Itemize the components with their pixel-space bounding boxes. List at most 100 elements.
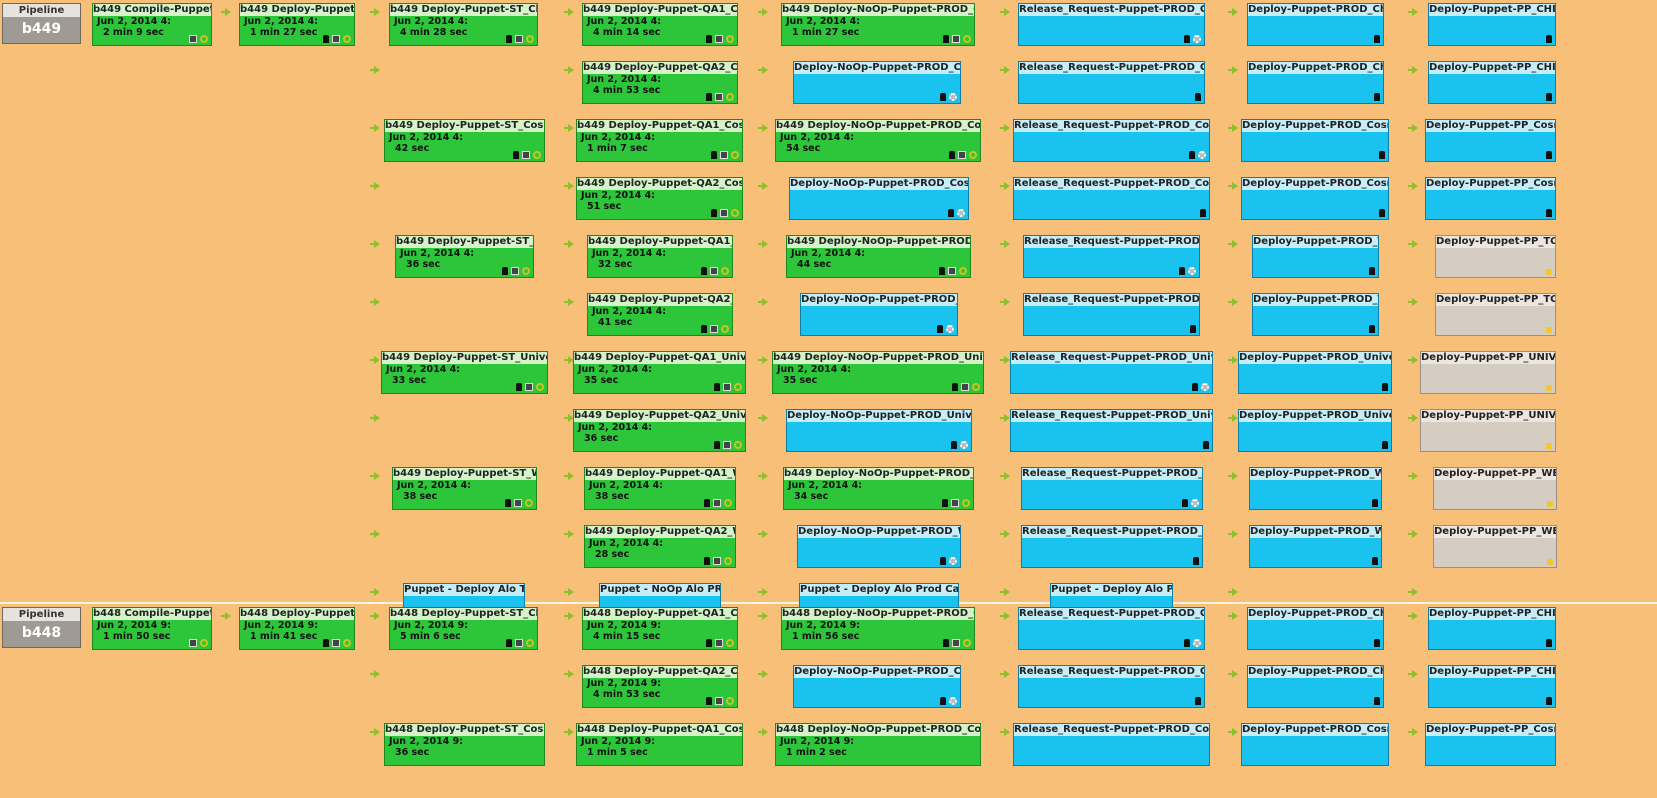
- job-box[interactable]: b448 Compile-Puppet-CIJun 2, 2014 9:1 mi…: [92, 607, 212, 650]
- job-box[interactable]: b449 Deploy-Puppet-QA1_WebJun 2, 2014 4:…: [584, 467, 736, 510]
- gear-icon[interactable]: [1198, 151, 1206, 159]
- job-title[interactable]: Deploy-Puppet-PROD_Chips: [1248, 62, 1383, 74]
- console-icon[interactable]: [713, 557, 721, 565]
- job-title[interactable]: Release_Request-Puppet-PROD_Chips: [1019, 608, 1204, 620]
- build-icon[interactable]: [1195, 697, 1201, 705]
- build-icon[interactable]: [1203, 441, 1209, 449]
- job-title[interactable]: Release_Request-Puppet-PROD_Tcs: [1024, 294, 1199, 306]
- warning-icon[interactable]: [1546, 385, 1552, 391]
- job-title[interactable]: b449 Deploy-Puppet-QA1_Chips: [583, 4, 737, 16]
- build-icon[interactable]: [704, 557, 710, 565]
- job-box[interactable]: Deploy-Puppet-PP_CHIPS: [1428, 607, 1556, 650]
- build-icon[interactable]: [1382, 383, 1388, 391]
- job-box[interactable]: b448 Deploy-Puppet-QA2_ChipsJun 2, 2014 …: [582, 665, 738, 708]
- job-box[interactable]: Release_Request-Puppet-PROD_Chips: [1018, 607, 1205, 650]
- job-title[interactable]: b449 Deploy-NoOp-Puppet-PROD_Cosmos: [776, 120, 980, 132]
- build-icon[interactable]: [701, 325, 707, 333]
- job-box[interactable]: b449 Deploy-Puppet-QA2_WebJun 2, 2014 4:…: [584, 525, 736, 568]
- job-box[interactable]: Release_Request-Puppet-PROD_Cosmos: [1013, 119, 1210, 162]
- job-title[interactable]: b448 Deploy-Puppet-QA1_Chips: [583, 608, 737, 620]
- search-icon[interactable]: [731, 209, 739, 217]
- build-icon[interactable]: [1546, 93, 1552, 101]
- job-box[interactable]: Deploy-Puppet-PROD_Chips: [1247, 61, 1384, 104]
- build-icon[interactable]: [1374, 697, 1380, 705]
- job-box[interactable]: b449 Deploy-NoOp-Puppet-PROD_CosmosJun 2…: [775, 119, 981, 162]
- build-icon[interactable]: [1546, 35, 1552, 43]
- job-title[interactable]: Deploy-Puppet-PP_CHIPS: [1429, 62, 1555, 74]
- console-icon[interactable]: [332, 35, 340, 43]
- pipeline-build-number[interactable]: b449: [3, 17, 80, 41]
- build-icon[interactable]: [506, 639, 512, 647]
- search-icon[interactable]: [536, 383, 544, 391]
- build-icon[interactable]: [939, 267, 945, 275]
- build-icon[interactable]: [1189, 151, 1195, 159]
- search-icon[interactable]: [963, 35, 971, 43]
- job-box[interactable]: b448 Deploy-Puppet-QA1_ChipsJun 2, 2014 …: [582, 607, 738, 650]
- job-title[interactable]: Puppet - Deploy Alo Prod Canary: [800, 584, 958, 596]
- job-box[interactable]: Release_Request-Puppet-PROD_Chips: [1018, 665, 1205, 708]
- build-icon[interactable]: [1379, 209, 1385, 217]
- search-icon[interactable]: [343, 35, 351, 43]
- job-box[interactable]: Deploy-NoOp-Puppet-PROD_Tcs: [800, 293, 958, 336]
- build-icon[interactable]: [516, 383, 522, 391]
- job-box[interactable]: Deploy-Puppet-PP_CHIPS: [1428, 3, 1556, 46]
- job-title[interactable]: b449 Deploy-NoOp-Puppet-PROD_Tcs: [787, 236, 970, 248]
- build-icon[interactable]: [949, 151, 955, 159]
- search-icon[interactable]: [533, 151, 541, 159]
- job-box[interactable]: Deploy-NoOp-Puppet-PROD_Chips: [793, 61, 961, 104]
- job-title[interactable]: b449 Deploy-Puppet-QA2_Universe: [574, 410, 745, 422]
- console-icon[interactable]: [713, 499, 721, 507]
- job-box[interactable]: Deploy-NoOp-Puppet-PROD_Universe: [786, 409, 972, 452]
- pipeline-label[interactable]: Pipeline b448: [2, 607, 81, 648]
- console-icon[interactable]: [961, 383, 969, 391]
- search-icon[interactable]: [734, 383, 742, 391]
- gear-icon[interactable]: [946, 325, 954, 333]
- build-icon[interactable]: [513, 151, 519, 159]
- gear-icon[interactable]: [949, 557, 957, 565]
- job-title[interactable]: Release_Request-Puppet-PROD_Universe: [1011, 410, 1212, 422]
- job-title[interactable]: b448 Compile-Puppet-CI: [93, 608, 211, 620]
- job-title[interactable]: Release_Request-Puppet-PROD_Chips: [1019, 666, 1204, 678]
- console-icon[interactable]: [958, 151, 966, 159]
- job-title[interactable]: b449 Deploy-Puppet-ST_Cosmos: [385, 120, 544, 132]
- job-title[interactable]: b449 Deploy-Puppet-QA1_Web: [585, 468, 735, 480]
- job-title[interactable]: b449 Deploy-Puppet-CI: [240, 4, 354, 16]
- build-icon[interactable]: [937, 325, 943, 333]
- console-icon[interactable]: [710, 267, 718, 275]
- search-icon[interactable]: [963, 639, 971, 647]
- job-box[interactable]: Release_Request-Puppet-PROD_Chips: [1018, 61, 1205, 104]
- job-box[interactable]: b449 Deploy-Puppet-ST_TcsJun 2, 2014 4:3…: [395, 235, 534, 278]
- job-box[interactable]: Deploy-Puppet-PP_UNIVERSE: [1420, 351, 1556, 394]
- build-icon[interactable]: [940, 697, 946, 705]
- job-title[interactable]: Puppet - NoOp Alo PROD: [600, 584, 720, 596]
- job-box[interactable]: Deploy-Puppet-PROD_Cosmos: [1241, 723, 1389, 766]
- job-title[interactable]: Deploy-Puppet-PP_WEB: [1434, 468, 1556, 480]
- job-box[interactable]: b449 Deploy-Puppet-QA1_UniverseJun 2, 20…: [573, 351, 746, 394]
- job-box[interactable]: Deploy-Puppet-PP_Cosmos: [1425, 177, 1556, 220]
- job-box[interactable]: b449 Deploy-Puppet-ST_WebJun 2, 2014 4:3…: [392, 467, 537, 510]
- job-title[interactable]: b448 Deploy-Puppet-QA2_Chips: [583, 666, 737, 678]
- build-icon[interactable]: [943, 35, 949, 43]
- job-box[interactable]: Deploy-Puppet-PROD_Chips: [1247, 665, 1384, 708]
- build-icon[interactable]: [1546, 639, 1552, 647]
- search-icon[interactable]: [731, 151, 739, 159]
- search-icon[interactable]: [962, 499, 970, 507]
- job-box[interactable]: Release_Request-Puppet-PROD_Cosmos: [1013, 177, 1210, 220]
- job-title[interactable]: Deploy-Puppet-PP_Cosmos: [1426, 724, 1555, 736]
- console-icon[interactable]: [715, 93, 723, 101]
- job-title[interactable]: Deploy-Puppet-PP_WEB: [1434, 526, 1556, 538]
- search-icon[interactable]: [726, 697, 734, 705]
- build-icon[interactable]: [506, 35, 512, 43]
- build-icon[interactable]: [1382, 441, 1388, 449]
- build-icon[interactable]: [714, 383, 720, 391]
- job-box[interactable]: b449 Deploy-NoOp-Puppet-PROD_TcsJun 2, 2…: [786, 235, 971, 278]
- console-icon[interactable]: [189, 639, 197, 647]
- gear-icon[interactable]: [1193, 35, 1201, 43]
- search-icon[interactable]: [200, 35, 208, 43]
- job-box[interactable]: b449 Compile-Puppet-CIJun 2, 2014 4:2 mi…: [92, 3, 212, 46]
- job-box[interactable]: Deploy-Puppet-PROD_Cosmos: [1241, 177, 1389, 220]
- build-icon[interactable]: [1184, 35, 1190, 43]
- job-box[interactable]: b448 Deploy-Puppet-ST_ChipsJun 2, 2014 9…: [389, 607, 538, 650]
- job-box[interactable]: b448 Deploy-Puppet-QA1_CosmosJun 2, 2014…: [576, 723, 743, 766]
- job-title[interactable]: Deploy-NoOp-Puppet-PROD_Chips: [794, 62, 960, 74]
